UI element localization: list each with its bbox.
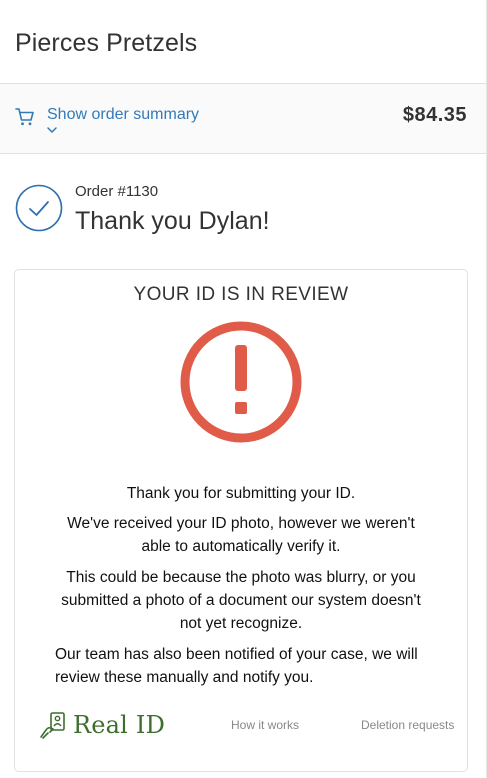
real-id-brand-name: Real ID [73,711,166,739]
review-message-3: This could be because the photo was blur… [61,569,421,632]
order-total-price: $84.35 [402,104,467,126]
order-number: Order #1130 [75,183,159,200]
show-order-summary-toggle[interactable]: Show order summary [15,105,199,134]
how-it-works-link[interactable]: How it works [231,717,299,733]
show-order-summary-label[interactable]: Show order summary [47,105,199,125]
checkout-page: Pierces Pretzels Show order summary $84.… [0,0,487,778]
review-message-2: We've received your ID photo, however we… [67,515,415,555]
id-review-title: YOUR ID IS IN REVIEW [133,284,349,305]
real-id-logo-icon [40,712,65,739]
chevron-down-icon[interactable] [47,127,57,134]
review-card-footer: Real ID How it works Deletion requests [15,709,467,741]
cart-icon [15,108,34,126]
review-message-1: Thank you for submitting your ID. [126,485,356,502]
deletion-requests-link[interactable]: Deletion requests [361,717,454,733]
store-name[interactable]: Pierces Pretzels [15,28,471,58]
id-review-card: YOUR ID IS IN REVIEW Thank you for submi… [14,269,468,772]
store-header: Pierces Pretzels [0,0,486,84]
summary-label-wrap: Show order summary [47,105,199,134]
thank-you-message: Thank you Dylan! [75,207,270,235]
check-circle-icon [15,184,63,232]
order-confirmation-heading: Order #1130 Thank you Dylan! [0,154,486,240]
order-text: Order #1130 Thank you Dylan! [75,182,270,238]
review-message-4: Our team has also been notified of your … [55,646,418,686]
real-id-logo[interactable]: Real ID [39,709,165,741]
order-summary-bar: Show order summary $84.35 [0,84,486,154]
exclamation-circle-icon [180,321,302,443]
